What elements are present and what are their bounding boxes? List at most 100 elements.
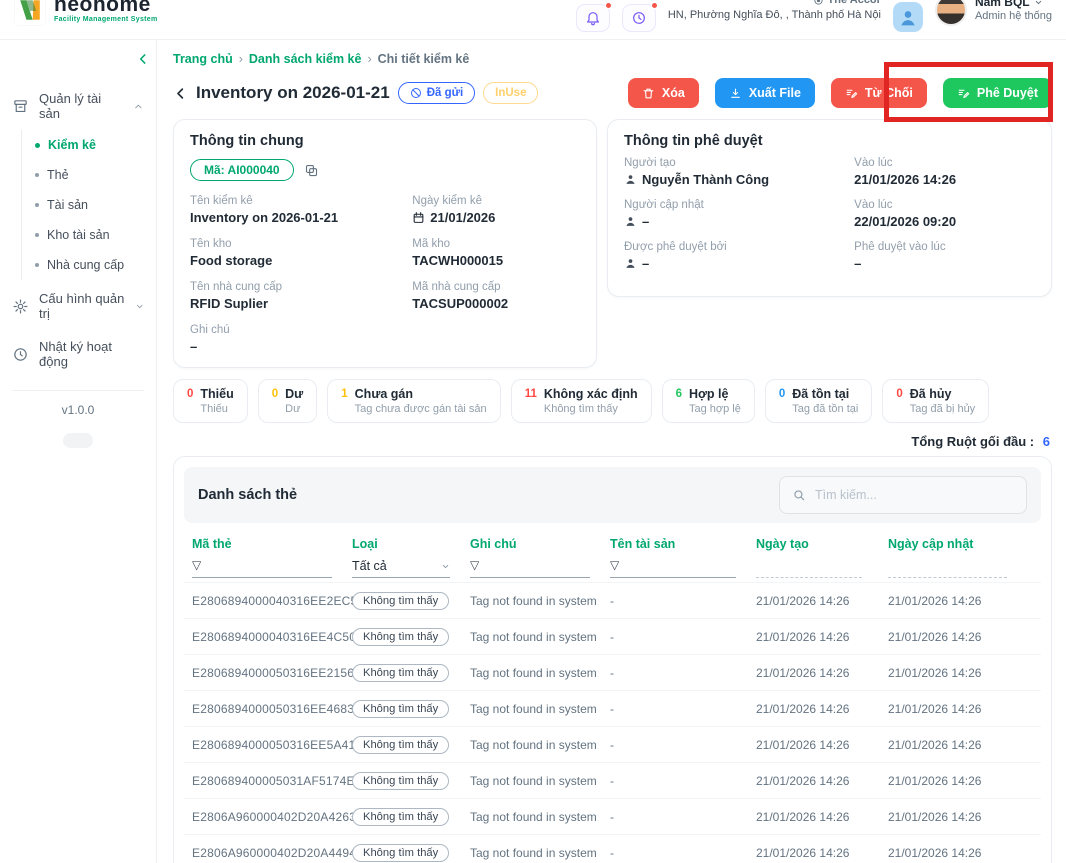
sidebar-subitem[interactable]: Kho tài sản xyxy=(22,220,156,250)
table-row[interactable]: E280689400005031AF5174E4Không tìm thấyTa… xyxy=(184,762,1041,798)
filter-type-select[interactable]: Tất cả xyxy=(352,559,450,578)
export-file-button[interactable]: Xuất File xyxy=(715,78,815,108)
filter-tag-id-input[interactable] xyxy=(206,557,332,573)
sidebar-subitem[interactable]: Kiểm kê xyxy=(22,130,156,160)
sidebar-group-label: Cấu hình quản trị xyxy=(39,291,125,321)
summary-chip[interactable]: 0Đã tồn tạiTag đã tồn tại xyxy=(765,379,872,423)
summary-chip[interactable]: 0ThiếuThiếu xyxy=(173,379,248,423)
summary-chip[interactable]: 11Không xác địnhKhông tìm thấy xyxy=(511,379,652,423)
column-header[interactable]: Loại xyxy=(352,537,470,551)
field-value: Nguyễn Thành Công xyxy=(624,172,854,187)
table-title: Danh sách thẻ xyxy=(198,487,297,503)
field-label: Mã nhà cung cấp xyxy=(412,281,580,293)
tag-type-badge: Không tìm thấy xyxy=(352,736,449,754)
user-name: Nam BQL xyxy=(975,0,1030,10)
activity-log-icon xyxy=(12,346,29,363)
info-field: Tên khoFood storage xyxy=(190,238,412,268)
filter-asset-name-input[interactable] xyxy=(624,557,736,573)
reject-button[interactable]: Từ Chối xyxy=(831,78,927,108)
column-header[interactable]: Ghi chú xyxy=(470,537,610,551)
field-value-text: TACSUP000002 xyxy=(412,296,508,311)
breadcrumb-item[interactable]: Danh sách kiểm kê xyxy=(249,52,362,66)
user-menu[interactable]: Nam BQL Admin hệ thống xyxy=(935,0,1052,26)
person-icon xyxy=(624,257,637,270)
table-row[interactable]: E2806894000040316EE2EC5AKhông tìm thấyTa… xyxy=(184,582,1041,618)
tag-type-badge: Không tìm thấy xyxy=(352,592,449,610)
filter-updated-date[interactable] xyxy=(888,560,1007,578)
sidebar-item-activity-log[interactable]: Nhật ký hoạt động xyxy=(0,330,156,378)
chip-text: Đã tồn tạiTag đã tồn tại xyxy=(792,387,858,415)
table-row[interactable]: E2806894000050316EE46838Không tìm thấyTa… xyxy=(184,690,1041,726)
summary-chip[interactable]: 6Hợp lệTag hợp lệ xyxy=(662,379,755,423)
search-input[interactable] xyxy=(813,487,1014,503)
sidebar-subitem[interactable]: Nhà cung cấp xyxy=(22,250,156,280)
asset-name-cell: - xyxy=(610,846,756,860)
updated-date-cell: 21/01/2026 14:26 xyxy=(888,738,1033,752)
created-date-cell: 21/01/2026 14:26 xyxy=(756,594,888,608)
note-cell: Tag not found in system xyxy=(470,702,610,716)
chip-count: 6 xyxy=(676,388,682,400)
breadcrumb-item[interactable]: Trang chủ xyxy=(173,52,233,66)
sidebar-group-admin-config[interactable]: Cấu hình quản trị xyxy=(0,282,156,330)
field-label: Ghi chú xyxy=(190,324,412,336)
filter-note[interactable]: ▽ xyxy=(470,557,590,578)
column-header[interactable]: Mã thẻ xyxy=(192,537,352,551)
table-row[interactable]: E2806A960000402D20A42630Không tìm thấyTa… xyxy=(184,798,1041,834)
approval-row: Người cập nhật–Vào lúc22/01/2026 09:20 xyxy=(624,199,1035,229)
filter-note-input[interactable] xyxy=(484,557,590,573)
table-row[interactable]: E2806894000050316EE21567Không tìm thấyTa… xyxy=(184,654,1041,690)
table-row[interactable]: E2806A960000402D20A44942Không tìm thấyTa… xyxy=(184,834,1041,863)
history-clock-icon xyxy=(631,10,647,26)
updated-date-cell: 21/01/2026 14:26 xyxy=(888,666,1033,680)
filter-tag-id[interactable]: ▽ xyxy=(192,557,332,578)
summary-chip[interactable]: 1Chưa gánTag chưa được gán tài sản xyxy=(327,379,500,423)
column-header[interactable]: Ngày cập nhật xyxy=(888,537,1033,551)
activity-history-button[interactable] xyxy=(622,4,656,32)
field-value-text: Food storage xyxy=(190,253,272,268)
filter-created-date[interactable] xyxy=(756,560,862,578)
tag-id-cell: E2806894000050316EE46838 xyxy=(192,702,352,716)
copy-icon[interactable] xyxy=(304,163,319,178)
approval-row: Người tạoNguyễn Thành CôngVào lúc21/01/2… xyxy=(624,157,1035,187)
notification-dot xyxy=(605,2,612,9)
chip-subtitle: Không tìm thấy xyxy=(544,403,638,415)
approve-button[interactable]: Phê Duyệt xyxy=(943,78,1052,108)
chevron-up-icon xyxy=(133,101,144,112)
logo-name: neohome xyxy=(54,0,158,16)
sidebar-group-asset-management[interactable]: Quản lý tài sản xyxy=(0,82,156,130)
field-value: Inventory on 2026-01-21 xyxy=(190,210,412,225)
field-label: Người cập nhật xyxy=(624,199,854,211)
bullet-icon xyxy=(35,173,39,177)
delete-button[interactable]: Xóa xyxy=(628,78,699,108)
summary-chip[interactable]: 0Đã hủyTag đã bị hủy xyxy=(882,379,989,423)
note-cell: Tag not found in system xyxy=(470,738,610,752)
created-date-cell: 21/01/2026 14:26 xyxy=(756,774,888,788)
back-button[interactable] xyxy=(173,86,188,101)
updated-date-cell: 21/01/2026 14:26 xyxy=(888,594,1033,608)
table-row[interactable]: E2806894000040316EE4C50DKhông tìm thấyTa… xyxy=(184,618,1041,654)
sidebar-subitem-label: Thẻ xyxy=(47,168,69,182)
tag-type-badge: Không tìm thấy xyxy=(352,808,449,826)
summary-chip[interactable]: 0DưDư xyxy=(258,379,318,423)
building-selector[interactable]: The Accor HN, Phường Nghĩa Đô, , Thành p… xyxy=(668,0,881,23)
table-filter-row: ▽ Tất cả ▽ ▽ xyxy=(184,557,1041,582)
updated-date-cell: 21/01/2026 14:26 xyxy=(888,702,1033,716)
sidebar-subitem[interactable]: Tài sản xyxy=(22,190,156,220)
filter-asset-name[interactable]: ▽ xyxy=(610,557,736,578)
summary-chips: 0ThiếuThiếu0DưDư1Chưa gánTag chưa được g… xyxy=(173,379,1052,423)
column-header[interactable]: Tên tài sản xyxy=(610,537,756,551)
chip-title: Chưa gán xyxy=(355,387,487,401)
sidebar-divider xyxy=(12,390,144,391)
chip-count: 0 xyxy=(896,388,902,400)
sidebar-collapse-button[interactable] xyxy=(136,52,150,66)
sidebar-subitem[interactable]: Thẻ xyxy=(22,160,156,190)
created-date-cell: 21/01/2026 14:26 xyxy=(756,738,888,752)
column-header[interactable]: Ngày tạo xyxy=(756,537,888,551)
field-label: Người tạo xyxy=(624,157,854,169)
chip-text: ThiếuThiếu xyxy=(200,387,233,415)
notifications-button[interactable] xyxy=(576,4,610,32)
field-value: – xyxy=(624,214,854,229)
chip-title: Đã hủy xyxy=(910,387,975,401)
table-row[interactable]: E2806894000050316EE5A417Không tìm thấyTa… xyxy=(184,726,1041,762)
building-pin-icon xyxy=(813,0,824,6)
